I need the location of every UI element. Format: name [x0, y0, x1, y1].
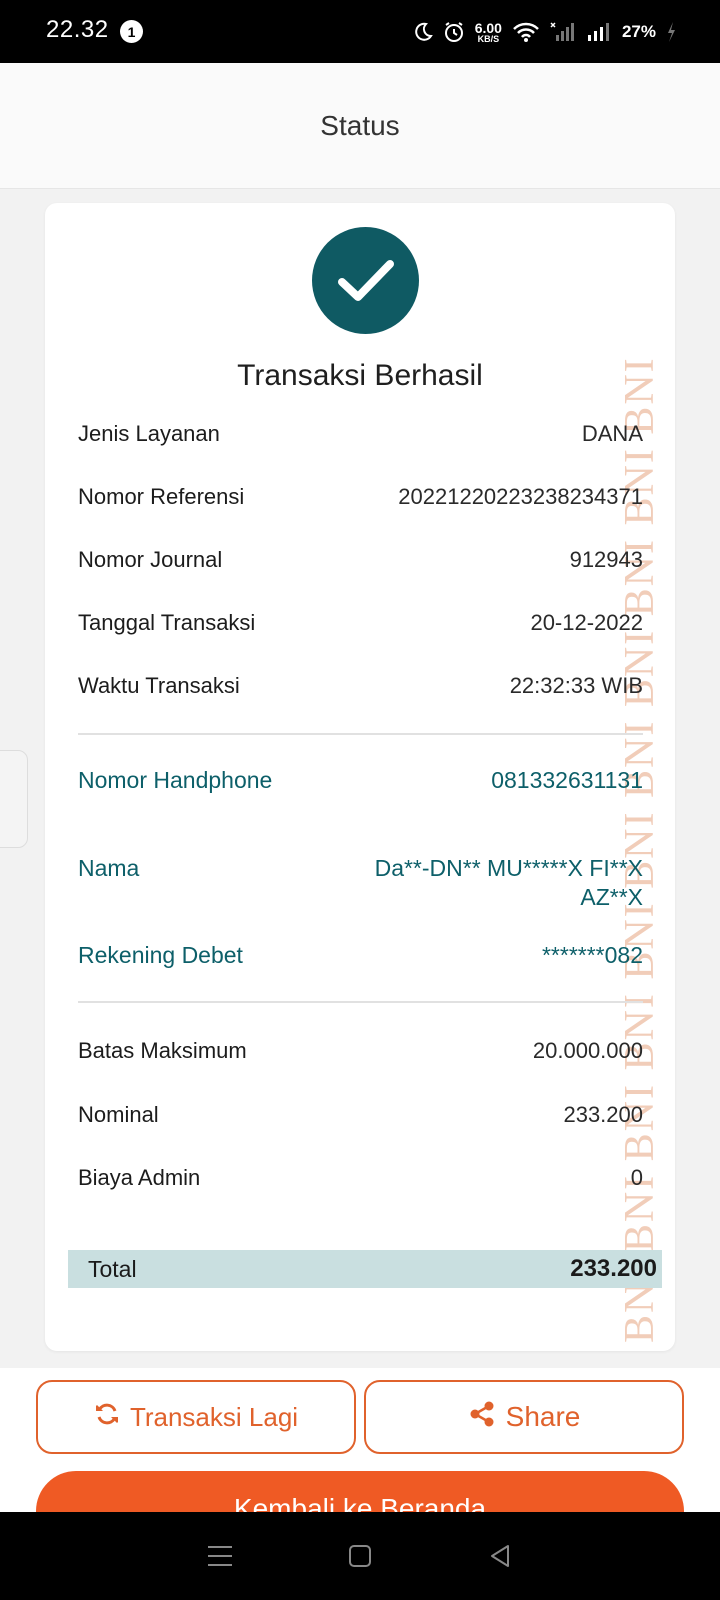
amount-value: 0	[630, 1165, 643, 1190]
amount-row: Batas Maksimum 20.000.000	[78, 1038, 643, 1064]
recipient-label: Nomor Handphone	[78, 767, 273, 793]
signal-sim1-icon	[550, 21, 576, 43]
charging-icon	[666, 21, 676, 43]
detail-row: Waktu Transaksi 22:32:33 WIB	[78, 673, 643, 699]
notification-count-badge: 1	[120, 20, 143, 43]
recipient-value: 081332631131	[491, 767, 643, 793]
menu-icon[interactable]	[200, 1536, 240, 1576]
share-icon	[468, 1400, 496, 1435]
success-title: Transaksi Berhasil	[237, 359, 483, 392]
detail-row: Nomor Referensi 20221220223238234371	[78, 484, 643, 510]
refresh-icon	[94, 1401, 120, 1434]
section-divider	[78, 733, 643, 735]
amount-row: Nominal 233.200	[78, 1102, 643, 1128]
back-to-home-label: Kembali ke Beranda	[233, 1493, 487, 1512]
amount-label: Biaya Admin	[78, 1165, 201, 1190]
back-to-home-button[interactable]: Kembali ke Beranda	[36, 1471, 684, 1512]
amount-label: Nominal	[78, 1102, 159, 1127]
signal-sim2-icon	[586, 21, 612, 43]
home-square-icon[interactable]	[340, 1536, 380, 1576]
recipient-value: *******082	[541, 942, 643, 968]
battery-percent: 27%	[621, 22, 656, 41]
transaksi-lagi-button[interactable]: Transaksi Lagi	[36, 1380, 356, 1454]
system-nav-bar	[0, 1512, 720, 1600]
action-bar: Transaksi Lagi Share Kembali ke Beranda	[0, 1368, 720, 1512]
recipient-label: Rekening Debet	[78, 942, 243, 968]
detail-label: Tanggal Transaksi	[78, 610, 256, 635]
share-label: Share	[505, 1401, 581, 1432]
recipient-row: Rekening Debet *******082	[78, 941, 643, 970]
detail-value: 912943	[569, 547, 643, 572]
network-speed: 6.00 KB/S	[474, 19, 502, 44]
page-title: Status	[320, 109, 400, 141]
detail-row: Tanggal Transaksi 20-12-2022	[78, 610, 643, 636]
recipient-row: Nama Da**-DN** MU*****X FI**X AZ**X	[78, 854, 643, 912]
back-triangle-icon[interactable]	[480, 1536, 520, 1576]
total-row: Total 233.200	[68, 1250, 662, 1288]
status-bar: 22.32 1 6.00 KB/S 27%	[0, 0, 720, 63]
detail-label: Nomor Referensi	[78, 484, 245, 509]
receipt-card: BNI BNI BNI BNI BNI BNI BNI BNI BNI BNI …	[45, 203, 675, 1351]
moon-icon	[413, 22, 433, 42]
detail-row: Nomor Journal 912943	[78, 547, 643, 573]
status-time: 22.32	[46, 16, 109, 43]
detail-value: 20221220223238234371	[398, 484, 643, 509]
detail-label: Jenis Layanan	[78, 421, 220, 446]
status-icons: 6.00 KB/S 27%	[413, 14, 676, 50]
recipient-value: Da**-DN** MU*****X FI**X AZ**X	[374, 855, 643, 910]
amount-label: Batas Maksimum	[78, 1038, 247, 1063]
amount-value: 20.000.000	[532, 1038, 643, 1063]
app-header: Status	[0, 63, 720, 189]
total-value: 233.200	[570, 1255, 657, 1282]
amount-value: 233.200	[563, 1102, 643, 1127]
transaksi-lagi-label: Transaksi Lagi	[129, 1401, 299, 1432]
recipient-row: Nomor Handphone 081332631131	[78, 766, 643, 795]
recipient-label: Nama	[78, 855, 140, 881]
detail-value: DANA	[581, 421, 643, 446]
share-button[interactable]: Share	[364, 1380, 684, 1454]
detail-row: Jenis Layanan DANA	[78, 421, 643, 447]
section-divider	[78, 1001, 643, 1003]
detail-value: 22:32:33 WIB	[509, 673, 643, 698]
wifi-icon	[512, 21, 540, 43]
edge-panel-handle[interactable]	[0, 750, 28, 848]
detail-label: Waktu Transaksi	[78, 673, 240, 698]
detail-label: Nomor Journal	[78, 547, 223, 572]
total-label: Total	[88, 1255, 137, 1282]
alarm-icon	[443, 21, 465, 43]
success-check-icon	[312, 227, 419, 334]
amount-row: Biaya Admin 0	[78, 1165, 643, 1191]
detail-value: 20-12-2022	[530, 610, 643, 635]
